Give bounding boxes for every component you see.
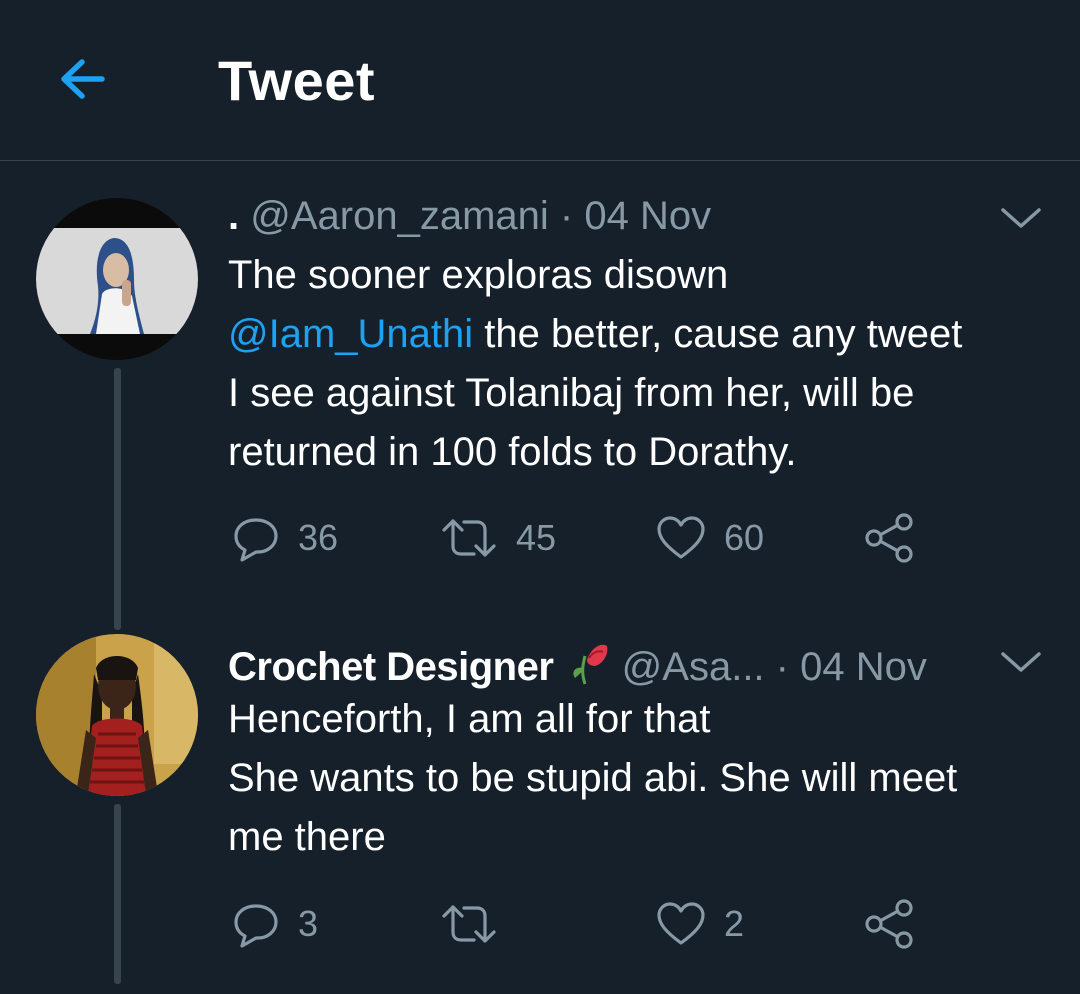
thread-line bbox=[114, 804, 121, 984]
tweet-text: Henceforth, I am all for that She wants t… bbox=[228, 690, 957, 867]
tweet-text-line: me there bbox=[228, 815, 386, 859]
retweet-count: 45 bbox=[516, 517, 557, 558]
reply-count: 36 bbox=[298, 517, 339, 558]
tweet-text-line: @Iam_Unathi the better, cause any tweet bbox=[228, 305, 962, 364]
tweet-actions: 3 2 bbox=[232, 896, 932, 952]
retweet-button[interactable]: 45 bbox=[440, 510, 556, 566]
retweet-button[interactable] bbox=[440, 896, 516, 952]
tweet-text-line: Henceforth, I am all for that bbox=[228, 697, 711, 741]
tweet-menu-button[interactable] bbox=[999, 204, 1043, 232]
thread-line bbox=[114, 368, 121, 630]
tweet-text-line: I see against Tolanibaj from her, will b… bbox=[228, 371, 915, 415]
tweet-text: The sooner exploras disown @Iam_Unathi th… bbox=[228, 246, 962, 482]
tweet-meta: . @Aaron_zamani · 04 Nov bbox=[228, 194, 711, 239]
avatar[interactable] bbox=[36, 198, 198, 360]
share-button[interactable] bbox=[864, 510, 916, 566]
reply-button[interactable]: 36 bbox=[232, 510, 338, 566]
reply-icon bbox=[234, 518, 278, 562]
username[interactable]: @Aaron_zamani bbox=[250, 194, 549, 238]
reply-count: 3 bbox=[298, 903, 319, 944]
like-button[interactable]: 2 bbox=[656, 896, 744, 952]
display-name[interactable]: Crochet Designer bbox=[228, 645, 554, 689]
back-button[interactable] bbox=[52, 50, 116, 110]
reply-button[interactable]: 3 bbox=[232, 896, 318, 952]
share-button[interactable] bbox=[864, 896, 916, 952]
retweet-icon bbox=[442, 519, 496, 557]
page-title: Tweet bbox=[218, 49, 376, 112]
wilted-rose-icon bbox=[567, 638, 611, 685]
reply-icon bbox=[234, 904, 278, 948]
tweet-date[interactable]: 04 Nov bbox=[800, 645, 927, 689]
share-icon bbox=[865, 513, 913, 563]
chevron-down-icon bbox=[1001, 652, 1041, 672]
retweet-icon bbox=[442, 905, 496, 943]
chevron-down-icon bbox=[1001, 208, 1041, 228]
avatar-image bbox=[36, 198, 198, 360]
username[interactable]: @Asa... bbox=[622, 645, 765, 689]
display-name[interactable]: . bbox=[228, 194, 239, 238]
mention-link[interactable]: @Iam_Unathi bbox=[228, 312, 473, 356]
like-icon bbox=[657, 516, 705, 559]
tweet-actions: 36 45 60 bbox=[232, 510, 932, 566]
like-count: 2 bbox=[724, 903, 745, 944]
top-bar: Tweet bbox=[0, 0, 1080, 161]
meta-separator: · bbox=[775, 645, 789, 689]
like-icon bbox=[657, 902, 705, 945]
tweet-text-line: She wants to be stupid abi. She will mee… bbox=[228, 756, 958, 800]
tweet-menu-button[interactable] bbox=[999, 648, 1043, 676]
avatar-image bbox=[36, 634, 198, 796]
tweet-text-segment: the better, cause any tweet bbox=[473, 312, 963, 356]
tweet-meta: Crochet Designer @Asa... · 04 Nov bbox=[228, 638, 927, 690]
like-button[interactable]: 60 bbox=[656, 510, 764, 566]
like-count: 60 bbox=[724, 517, 765, 558]
back-arrow-icon bbox=[61, 59, 105, 99]
meta-separator: · bbox=[559, 194, 574, 238]
avatar[interactable] bbox=[36, 634, 198, 796]
tweet-text-line: The sooner exploras disown bbox=[228, 253, 729, 297]
share-icon bbox=[865, 899, 913, 949]
tweet-date[interactable]: 04 Nov bbox=[584, 194, 711, 238]
tweet-text-line: returned in 100 folds to Dorathy. bbox=[228, 430, 797, 474]
